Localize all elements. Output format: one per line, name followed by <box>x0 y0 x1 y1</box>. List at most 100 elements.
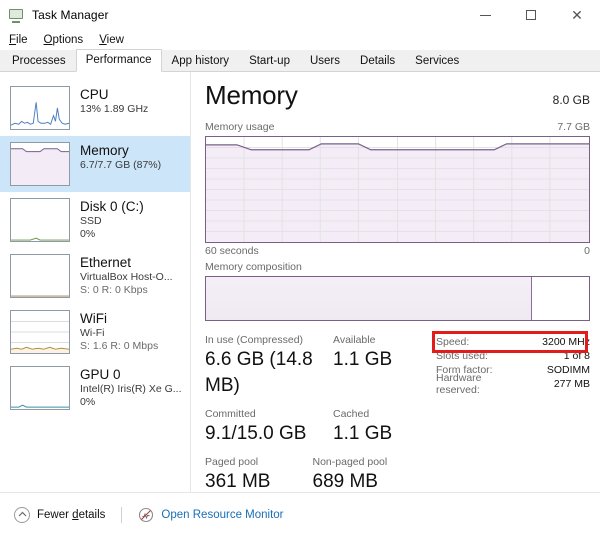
stat-value: 1.1 GB <box>333 349 393 370</box>
tab-app-history[interactable]: App history <box>162 50 240 72</box>
sidebar-item-sub1: Intel(R) Iris(R) Xe G... <box>80 383 182 395</box>
task-manager-window: Task Manager ✕ File Options View Process… <box>0 0 600 536</box>
tab-processes[interactable]: Processes <box>2 50 76 72</box>
stat-committed: Committed 9.1/15.0 GB <box>205 407 333 447</box>
sidebar-item-gpu-0[interactable]: GPU 0 Intel(R) Iris(R) Xe G... 0% <box>0 360 190 416</box>
sidebar-item-wifi[interactable]: WiFi Wi-Fi S: 1.6 R: 0 Mbps <box>0 304 190 360</box>
sidebar-item-label: WiFi <box>80 311 107 326</box>
sidebar-item-sub2: S: 1.6 R: 0 Mbps <box>80 340 159 352</box>
minimize-button[interactable] <box>462 0 508 30</box>
sidebar-item-sub2: 0% <box>80 396 96 408</box>
stat-paged-pool: Paged pool 361 MB <box>205 455 313 495</box>
sidebar-item-sub1: 6.7/7.7 GB (87%) <box>80 159 162 171</box>
resource-sidebar: CPU 13% 1.89 GHz Memory 6.7/7.7 GB (87%) <box>0 72 191 492</box>
memory-hardware-details: Speed: 3200 MHz Slots used: 1 of 8 Form … <box>432 331 590 495</box>
window-controls: ✕ <box>462 0 600 30</box>
tab-strip: Processes Performance App history Start-… <box>0 49 600 72</box>
memory-chart-axis: 60 seconds 0 <box>205 245 590 257</box>
footer-divider <box>121 506 123 523</box>
title-bar: Task Manager ✕ <box>0 0 600 30</box>
content-area: CPU 13% 1.89 GHz Memory 6.7/7.7 GB (87%) <box>0 72 600 492</box>
stat-value: 1.1 GB <box>333 423 393 444</box>
wifi-thumbnail-graph <box>10 310 70 354</box>
sidebar-item-label: GPU 0 <box>80 367 121 382</box>
stat-cached: Cached 1.1 GB <box>333 407 417 447</box>
sidebar-item-sub1: 13% 1.89 GHz <box>80 103 149 115</box>
sidebar-item-sub1: SSD <box>80 215 102 227</box>
memory-thumbnail-graph <box>10 142 70 186</box>
open-resource-monitor-label: Open Resource Monitor <box>161 508 284 521</box>
sidebar-item-sub1: Wi-Fi <box>80 327 105 339</box>
detail-value: SODIMM <box>546 364 590 376</box>
memory-composition-label: Memory composition <box>205 261 302 273</box>
stat-row-committed: Committed 9.1/15.0 GB Cached 1.1 GB <box>205 407 420 447</box>
memory-usage-chart <box>205 136 590 243</box>
fewer-details-label: Fewer details <box>37 508 106 521</box>
stat-label: In use (Compressed) <box>205 334 304 346</box>
stat-label: Committed <box>205 408 256 420</box>
sidebar-item-sub2: S: 0 R: 0 Kbps <box>80 284 148 296</box>
stat-available: Available 1.1 GB <box>333 333 417 399</box>
memory-usage-label: Memory usage <box>205 121 275 133</box>
menu-item-view[interactable]: View <box>99 34 124 46</box>
memory-usage-header: Memory usage 7.7 GB <box>205 121 590 133</box>
tab-performance[interactable]: Performance <box>75 49 162 72</box>
task-manager-icon <box>8 7 24 23</box>
sidebar-item-sub2: 0% <box>80 228 96 240</box>
sidebar-item-label: Memory <box>80 143 129 158</box>
maximize-button[interactable] <box>508 0 554 30</box>
stat-label: Paged pool <box>205 456 259 468</box>
stat-row-pools: Paged pool 361 MB Non-paged pool 689 MB <box>205 455 420 495</box>
footer-bar: Fewer details Open Resource Monitor <box>0 492 600 536</box>
sidebar-item-ethernet[interactable]: Ethernet VirtualBox Host-O... S: 0 R: 0 … <box>0 248 190 304</box>
cpu-thumbnail-graph <box>10 86 70 130</box>
window-title: Task Manager <box>32 8 109 22</box>
memory-composition-used <box>206 277 532 320</box>
sidebar-item-label: Disk 0 (C:) <box>80 199 144 214</box>
disk-thumbnail-graph <box>10 198 70 242</box>
stat-in-use: In use (Compressed) 6.6 GB (14.8 MB) <box>205 333 333 399</box>
stat-label: Available <box>333 334 376 346</box>
menu-bar: File Options View <box>0 30 600 50</box>
menu-item-file[interactable]: File <box>9 34 28 46</box>
stat-label: Cached <box>333 408 370 420</box>
chevron-up-circle-icon <box>14 506 30 523</box>
stat-value: 6.6 GB (14.8 MB) <box>205 349 313 396</box>
fewer-details-button[interactable]: Fewer details <box>14 506 106 523</box>
tab-details[interactable]: Details <box>350 50 405 72</box>
memory-statistics: In use (Compressed) 6.6 GB (14.8 MB) Ava… <box>205 331 590 495</box>
memory-stats-left: In use (Compressed) 6.6 GB (14.8 MB) Ava… <box>205 333 420 495</box>
detail-label: Hardware reserved: <box>436 372 482 396</box>
detail-row-slots-used: Slots used: 1 of 8 <box>436 349 590 363</box>
detail-row-hardware-reserved: Hardware reserved: 277 MB <box>436 372 590 396</box>
detail-value: 277 MB <box>553 378 590 390</box>
page-title: Memory <box>205 80 298 110</box>
resource-monitor-icon <box>138 507 154 523</box>
memory-composition-bar <box>205 276 590 321</box>
close-button[interactable]: ✕ <box>554 0 600 30</box>
sidebar-item-label: Ethernet <box>80 255 132 270</box>
stat-row-inuse: In use (Compressed) 6.6 GB (14.8 MB) Ava… <box>205 333 420 399</box>
sidebar-item-cpu[interactable]: CPU 13% 1.89 GHz <box>0 80 190 136</box>
gpu-thumbnail-graph <box>10 366 70 410</box>
menu-item-options[interactable]: Options <box>44 34 84 46</box>
stat-non-paged-pool: Non-paged pool 689 MB <box>313 455 421 495</box>
sidebar-item-memory[interactable]: Memory 6.7/7.7 GB (87%) <box>0 136 190 192</box>
memory-header: Memory 8.0 GB <box>205 80 590 111</box>
detail-value: 3200 MHz <box>542 336 590 348</box>
tab-users[interactable]: Users <box>300 50 350 72</box>
stat-value: 9.1/15.0 GB <box>205 423 307 444</box>
detail-label: Speed: <box>436 336 470 348</box>
sidebar-item-disk-0[interactable]: Disk 0 (C:) SSD 0% <box>0 192 190 248</box>
sidebar-item-sub1: VirtualBox Host-O... <box>80 271 173 283</box>
sidebar-item-label: CPU <box>80 87 109 102</box>
memory-capacity: 8.0 GB <box>552 93 590 107</box>
tab-start-up[interactable]: Start-up <box>239 50 300 72</box>
tab-services[interactable]: Services <box>405 50 469 72</box>
axis-label-left: 60 seconds <box>205 245 259 257</box>
axis-label-right: 0 <box>584 245 590 257</box>
memory-usage-max: 7.7 GB <box>557 121 590 133</box>
memory-composition-header: Memory composition <box>205 261 590 273</box>
memory-detail-panel: Memory 8.0 GB Memory usage 7.7 GB 60 sec… <box>191 72 600 492</box>
open-resource-monitor-link[interactable]: Open Resource Monitor <box>138 507 284 523</box>
